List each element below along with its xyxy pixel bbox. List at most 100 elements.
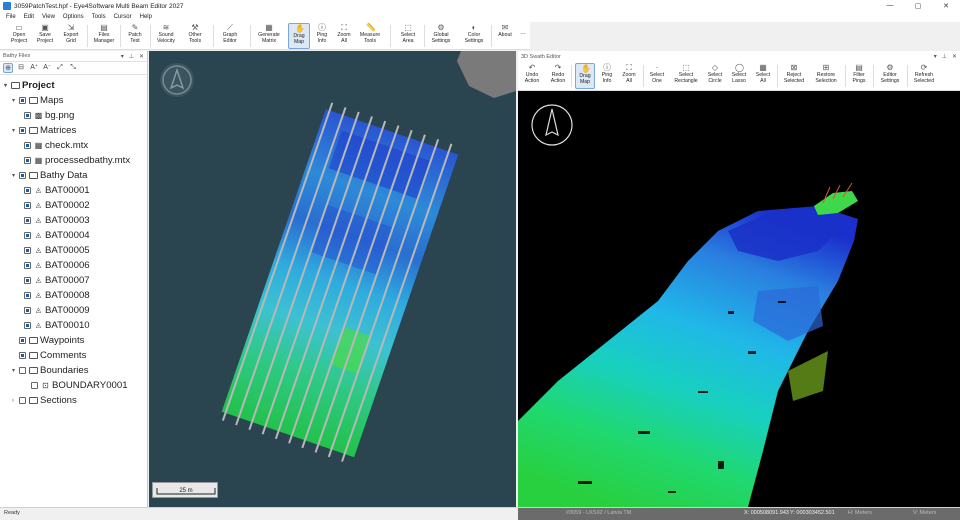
editor-settings-button[interactable]: ⚙ Editor Settings bbox=[876, 63, 904, 89]
chevron-down-icon[interactable]: ▾ bbox=[12, 97, 19, 104]
panel-menu-icon[interactable]: ▾ bbox=[934, 53, 937, 60]
chevron-down-icon[interactable]: ▾ bbox=[12, 367, 19, 374]
font-smaller-icon[interactable]: Aᐨ bbox=[42, 63, 52, 73]
tree-bat00004[interactable]: ◬ BAT00004 bbox=[24, 228, 90, 243]
about-button[interactable]: ✉ About bbox=[494, 23, 516, 49]
tree-processedbathy-mtx[interactable]: ▦ processedbathy.mtx bbox=[24, 153, 130, 168]
chevron-right-icon[interactable]: › bbox=[12, 398, 19, 404]
ping-info-button[interactable]: ⓘ Ping Info bbox=[312, 23, 332, 49]
open-project-button[interactable]: ▭ Open Project bbox=[6, 23, 32, 49]
maximize-button[interactable]: ▢ bbox=[904, 2, 932, 10]
shrink-icon[interactable]: ⤡ bbox=[68, 63, 78, 73]
patch-test-button[interactable]: ✎ Patch Test bbox=[122, 23, 148, 49]
menu-tools[interactable]: Tools bbox=[92, 14, 106, 20]
visibility-checkbox[interactable] bbox=[24, 322, 31, 329]
refresh-selected-button[interactable]: ⟳ Refresh Selected bbox=[910, 63, 938, 89]
drag-map-button[interactable]: ✋ Drag Map bbox=[288, 23, 310, 49]
tree-check-mtx[interactable]: ▦ check.mtx bbox=[24, 138, 88, 153]
visibility-checkbox[interactable] bbox=[24, 232, 31, 239]
visibility-checkbox[interactable] bbox=[24, 292, 31, 299]
menu-help[interactable]: Help bbox=[140, 14, 152, 20]
close-button[interactable]: ✕ bbox=[932, 2, 960, 10]
minimize-button[interactable]: — bbox=[876, 2, 904, 10]
tree-project[interactable]: ▾ Project bbox=[4, 78, 55, 93]
collapse-icon[interactable]: ⊟ bbox=[16, 63, 26, 73]
visibility-checkbox[interactable] bbox=[31, 382, 38, 389]
panel-pin-icon[interactable]: ⊥ bbox=[129, 53, 134, 60]
swath-3d-view[interactable] bbox=[518, 91, 960, 507]
visibility-checkbox[interactable] bbox=[24, 217, 31, 224]
visibility-checkbox[interactable] bbox=[24, 307, 31, 314]
visibility-checkbox[interactable] bbox=[24, 202, 31, 209]
export-grid-button[interactable]: ⇲ Export Grid bbox=[58, 23, 84, 49]
tree-bat00008[interactable]: ◬ BAT00008 bbox=[24, 288, 90, 303]
reject-selected-button[interactable]: ⊠ Reject Selected bbox=[781, 63, 807, 89]
panel-close-icon[interactable]: ✕ bbox=[139, 53, 144, 60]
visibility-checkbox[interactable] bbox=[24, 247, 31, 254]
zoom-all-button[interactable]: ⛶ Zoom All bbox=[619, 63, 639, 89]
select-area-button[interactable]: ⬚ Select Area bbox=[395, 23, 421, 49]
visibility-checkbox[interactable] bbox=[19, 97, 26, 104]
select-lasso-button[interactable]: ◯ Select Lasso bbox=[728, 63, 750, 89]
filter-pings-button[interactable]: ▤ Filter Pings bbox=[848, 63, 870, 89]
restore-selection-button[interactable]: ⊞ Restore Selection bbox=[811, 63, 841, 89]
tree-matrices[interactable]: ▾ Matrices bbox=[12, 123, 76, 138]
swath-point-cloud[interactable] bbox=[518, 91, 960, 507]
save-project-button[interactable]: ▣ Save Project bbox=[32, 23, 58, 49]
tree-bat00006[interactable]: ◬ BAT00006 bbox=[24, 258, 90, 273]
visibility-checkbox[interactable] bbox=[19, 397, 26, 404]
panel-menu-icon[interactable]: ▾ bbox=[121, 53, 124, 60]
color-settings-button[interactable]: ◐ Color Settings bbox=[460, 23, 488, 49]
tree-bat00007[interactable]: ◬ BAT00007 bbox=[24, 273, 90, 288]
panel-close-icon[interactable]: ✕ bbox=[952, 53, 957, 60]
tree-bg-png[interactable]: ▩ bg.png bbox=[24, 108, 74, 123]
sound-velocity-button[interactable]: ≋ Sound Velocity bbox=[152, 23, 180, 49]
tree-waypoints[interactable]: Waypoints bbox=[19, 333, 84, 348]
select-one-button[interactable]: · Select One bbox=[646, 63, 668, 89]
visibility-checkbox[interactable] bbox=[24, 157, 31, 164]
chevron-down-icon[interactable]: ▾ bbox=[12, 127, 19, 134]
panel-pin-icon[interactable]: ⊥ bbox=[942, 53, 947, 60]
visibility-checkbox[interactable] bbox=[24, 187, 31, 194]
map-view[interactable] bbox=[149, 51, 516, 507]
select-all-button[interactable]: ▦ Select All bbox=[752, 63, 774, 89]
menu-options[interactable]: Options bbox=[63, 14, 84, 20]
tree-bathy-data[interactable]: ▾ Bathy Data bbox=[12, 168, 87, 183]
visibility-checkbox[interactable] bbox=[24, 262, 31, 269]
select-circle-button[interactable]: ◇ Select Circle bbox=[704, 63, 726, 89]
measure-tools-button[interactable]: 📏 Measure Tools bbox=[356, 23, 384, 49]
visibility-checkbox[interactable] bbox=[19, 127, 26, 134]
graph-editor-button[interactable]: ⟋ Graph Editor bbox=[216, 23, 244, 49]
menu-file[interactable]: File bbox=[6, 14, 16, 20]
undo-action-button[interactable]: ↶ Undo Action bbox=[521, 63, 543, 89]
select-rectangle-button[interactable]: ⬚ Select Rectangle bbox=[670, 63, 702, 89]
visibility-checkbox[interactable] bbox=[24, 142, 31, 149]
visibility-checkbox[interactable] bbox=[24, 277, 31, 284]
visibility-checkbox[interactable] bbox=[24, 112, 31, 119]
ribbon-overflow-button[interactable]: … bbox=[519, 23, 527, 49]
visibility-checkbox[interactable] bbox=[19, 352, 26, 359]
files-manager-button[interactable]: ▤ Files Manager bbox=[90, 23, 118, 49]
chevron-down-icon[interactable]: ▾ bbox=[12, 172, 19, 179]
tree-boundaries[interactable]: ▾ Boundaries bbox=[12, 363, 89, 378]
global-settings-button[interactable]: ⚙ Global Settings bbox=[427, 23, 455, 49]
tree-bat00002[interactable]: ◬ BAT00002 bbox=[24, 198, 90, 213]
survey-map-canvas[interactable] bbox=[149, 51, 516, 507]
visibility-checkbox[interactable] bbox=[19, 337, 26, 344]
tree-bat00003[interactable]: ◬ BAT00003 bbox=[24, 213, 90, 228]
tree-maps[interactable]: ▾ Maps bbox=[12, 93, 63, 108]
zoom-all-button[interactable]: ⛶ Zoom All bbox=[334, 23, 354, 49]
other-tools-button[interactable]: ⚒ Other Tools bbox=[182, 23, 208, 49]
link-icon[interactable]: ⊕ bbox=[3, 63, 13, 73]
expand-icon[interactable]: ⤢ bbox=[55, 63, 65, 73]
menu-view[interactable]: View bbox=[42, 14, 55, 20]
ping-info-button[interactable]: ⓘ Ping Info bbox=[597, 63, 617, 89]
font-larger-icon[interactable]: Aᐩ bbox=[29, 63, 39, 73]
redo-action-button[interactable]: ↷ Redo Action bbox=[546, 63, 570, 89]
tree-bat00005[interactable]: ◬ BAT00005 bbox=[24, 243, 90, 258]
drag-map-button[interactable]: ✋ Drag Map bbox=[575, 63, 595, 89]
chevron-down-icon[interactable]: ▾ bbox=[4, 82, 11, 89]
tree-sections[interactable]: › Sections bbox=[12, 393, 77, 408]
tree-bat00009[interactable]: ◬ BAT00009 bbox=[24, 303, 90, 318]
menu-cursor[interactable]: Cursor bbox=[114, 14, 132, 20]
